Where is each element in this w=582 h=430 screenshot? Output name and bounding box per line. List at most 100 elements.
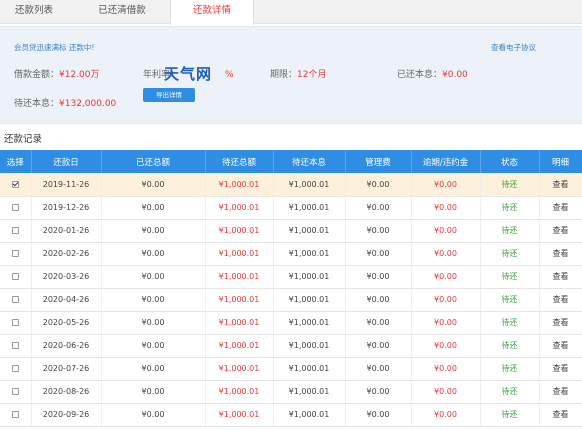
- export-details-button[interactable]: 导出详情: [143, 88, 195, 102]
- cell-fee: ¥0.00: [345, 380, 412, 404]
- cell-date: 2020-04-26: [31, 288, 102, 312]
- cell-pending-total: ¥1,000.01: [205, 196, 274, 220]
- repaid-principal-field: 已还本息：¥0.00: [397, 67, 468, 80]
- view-detail-link[interactable]: 查看: [539, 403, 582, 427]
- cell-pending-total: ¥1,000.01: [205, 403, 274, 427]
- view-detail-link[interactable]: 查看: [539, 173, 582, 197]
- row-checkbox[interactable]: [0, 219, 32, 243]
- cell-status: 待还: [480, 380, 540, 404]
- cell-date: 2020-09-26: [31, 403, 102, 427]
- cell-penalty: ¥0.00: [411, 173, 481, 197]
- checkbox[interactable]: [11, 180, 19, 188]
- row-checkbox[interactable]: [0, 196, 32, 220]
- checkbox[interactable]: [11, 319, 19, 326]
- col-header-pending-total: 待还总额: [205, 150, 274, 173]
- view-detail-link[interactable]: 查看: [539, 196, 582, 220]
- view-detail-link[interactable]: 查看: [539, 288, 582, 312]
- cell-date: 2019-11-26: [31, 173, 102, 197]
- cell-penalty: ¥0.00: [411, 357, 481, 381]
- table-row[interactable]: 2020-01-26 ¥0.00 ¥1,000.01 ¥1,000.01 ¥0.00 ¥0…: [0, 219, 582, 243]
- cell-pending-principal: ¥1,000.01: [273, 357, 346, 381]
- cell-fee: ¥0.00: [345, 242, 412, 266]
- cell-penalty: ¥0.00: [411, 288, 481, 312]
- row-checkbox[interactable]: [0, 242, 32, 266]
- col-header-status: 状态: [480, 150, 540, 173]
- table-row[interactable]: 2019-11-26 ¥0.00 ¥1,000.01 ¥1,000.01 ¥0.00 ¥0…: [0, 173, 582, 197]
- view-detail-link[interactable]: 查看: [539, 265, 582, 289]
- cell-date: 2020-06-26: [31, 334, 102, 358]
- checkbox[interactable]: [11, 342, 19, 349]
- checkbox[interactable]: [11, 296, 19, 303]
- cell-repaid: ¥0.00: [101, 173, 206, 197]
- checkbox[interactable]: [11, 365, 19, 372]
- checkbox[interactable]: [11, 250, 19, 257]
- tab-repayment-details[interactable]: 还款详情: [170, 0, 254, 25]
- view-detail-link[interactable]: 查看: [539, 380, 582, 404]
- cell-repaid: ¥0.00: [101, 242, 206, 266]
- cell-pending-principal: ¥1,000.01: [273, 288, 346, 312]
- term-value: 12个月: [297, 70, 327, 80]
- loan-amount-label: 借款金额：: [14, 70, 60, 80]
- table-row[interactable]: 2020-06-26 ¥0.00 ¥1,000.01 ¥1,000.01 ¥0.00 ¥0…: [0, 334, 582, 358]
- row-checkbox[interactable]: [0, 357, 32, 381]
- row-checkbox[interactable]: [0, 334, 32, 358]
- cell-date: 2020-01-26: [31, 219, 102, 243]
- cell-date: 2020-03-26: [31, 265, 102, 289]
- view-detail-link[interactable]: 查看: [539, 334, 582, 358]
- col-header-detail: 明细: [539, 150, 582, 173]
- view-detail-link[interactable]: 查看: [539, 242, 582, 266]
- col-header-fee: 管理费: [345, 150, 412, 173]
- table-row[interactable]: 2020-09-26 ¥0.00 ¥1,000.01 ¥1,000.01 ¥0.00 ¥0…: [0, 403, 582, 427]
- cell-fee: ¥0.00: [345, 288, 412, 312]
- col-header-penalty: 逾期/违约金: [411, 150, 481, 173]
- cell-pending-total: ¥1,000.01: [205, 173, 274, 197]
- checkbox[interactable]: [11, 388, 19, 395]
- cell-fee: ¥0.00: [345, 219, 412, 243]
- view-detail-link[interactable]: 查看: [539, 357, 582, 381]
- cell-status: 待还: [480, 403, 540, 427]
- row-checkbox[interactable]: [0, 288, 32, 312]
- loan-amount-value: ¥12.00万: [59, 70, 100, 80]
- pending-principal-value: ¥132,000.00: [59, 99, 117, 109]
- cell-repaid: ¥0.00: [101, 219, 206, 243]
- cell-penalty: ¥0.00: [411, 311, 481, 335]
- row-checkbox[interactable]: [0, 311, 32, 335]
- table-row[interactable]: 2020-07-26 ¥0.00 ¥1,000.01 ¥1,000.01 ¥0.00 ¥0…: [0, 357, 582, 381]
- cell-repaid: ¥0.00: [101, 403, 206, 427]
- checkbox[interactable]: [11, 411, 19, 418]
- tab-repayment-list[interactable]: 还款列表: [0, 0, 68, 24]
- table-body: 2019-11-26 ¥0.00 ¥1,000.01 ¥1,000.01 ¥0.00 ¥0…: [0, 173, 582, 427]
- checkbox[interactable]: [11, 204, 19, 211]
- row-checkbox[interactable]: [0, 403, 32, 427]
- checkbox[interactable]: [11, 227, 19, 234]
- table-row[interactable]: 2020-08-26 ¥0.00 ¥1,000.01 ¥1,000.01 ¥0.00 ¥0…: [0, 380, 582, 404]
- cell-fee: ¥0.00: [345, 334, 412, 358]
- pending-principal-label: 待还本息：: [14, 99, 60, 109]
- table-row[interactable]: 2019-12-26 ¥0.00 ¥1,000.01 ¥1,000.01 ¥0.00 ¥0…: [0, 196, 582, 220]
- col-header-select: 选择: [0, 150, 32, 173]
- term-field: 期限：12个月: [270, 67, 326, 80]
- cell-date: 2020-07-26: [31, 357, 102, 381]
- row-checkbox[interactable]: [0, 380, 32, 404]
- table-row[interactable]: 2020-04-26 ¥0.00 ¥1,000.01 ¥1,000.01 ¥0.00 ¥0…: [0, 288, 582, 312]
- table-row[interactable]: 2020-02-26 ¥0.00 ¥1,000.01 ¥1,000.01 ¥0.00 ¥0…: [0, 242, 582, 266]
- row-checkbox[interactable]: [0, 173, 32, 197]
- cell-penalty: ¥0.00: [411, 196, 481, 220]
- table-row[interactable]: 2020-05-26 ¥0.00 ¥1,000.01 ¥1,000.01 ¥0.00 ¥0…: [0, 311, 582, 335]
- view-detail-link[interactable]: 查看: [539, 311, 582, 335]
- repaid-principal-label: 已还本息：: [397, 70, 443, 80]
- row-checkbox[interactable]: [0, 265, 32, 289]
- cell-repaid: ¥0.00: [101, 288, 206, 312]
- repaid-principal-value: ¥0.00: [442, 70, 468, 80]
- cell-pending-total: ¥1,000.01: [205, 242, 274, 266]
- watermark-logo: 天气网: [164, 65, 213, 83]
- view-detail-link[interactable]: 查看: [539, 219, 582, 243]
- table-row[interactable]: 2020-03-26 ¥0.00 ¥1,000.01 ¥1,000.01 ¥0.00 ¥0…: [0, 265, 582, 289]
- tab-settled-loans[interactable]: 已还清借款: [78, 0, 166, 24]
- cell-pending-total: ¥1,000.01: [205, 357, 274, 381]
- view-agreement-link[interactable]: 查看电子协议: [491, 42, 536, 53]
- checkbox[interactable]: [11, 273, 19, 280]
- cell-pending-principal: ¥1,000.01: [273, 173, 346, 197]
- repayment-table: 选择 还款日 已还总额 待还总额 待还本息 管理费 逾期/违约金 状态 明细 2…: [0, 150, 582, 427]
- col-header-repaid: 已还总额: [101, 150, 206, 173]
